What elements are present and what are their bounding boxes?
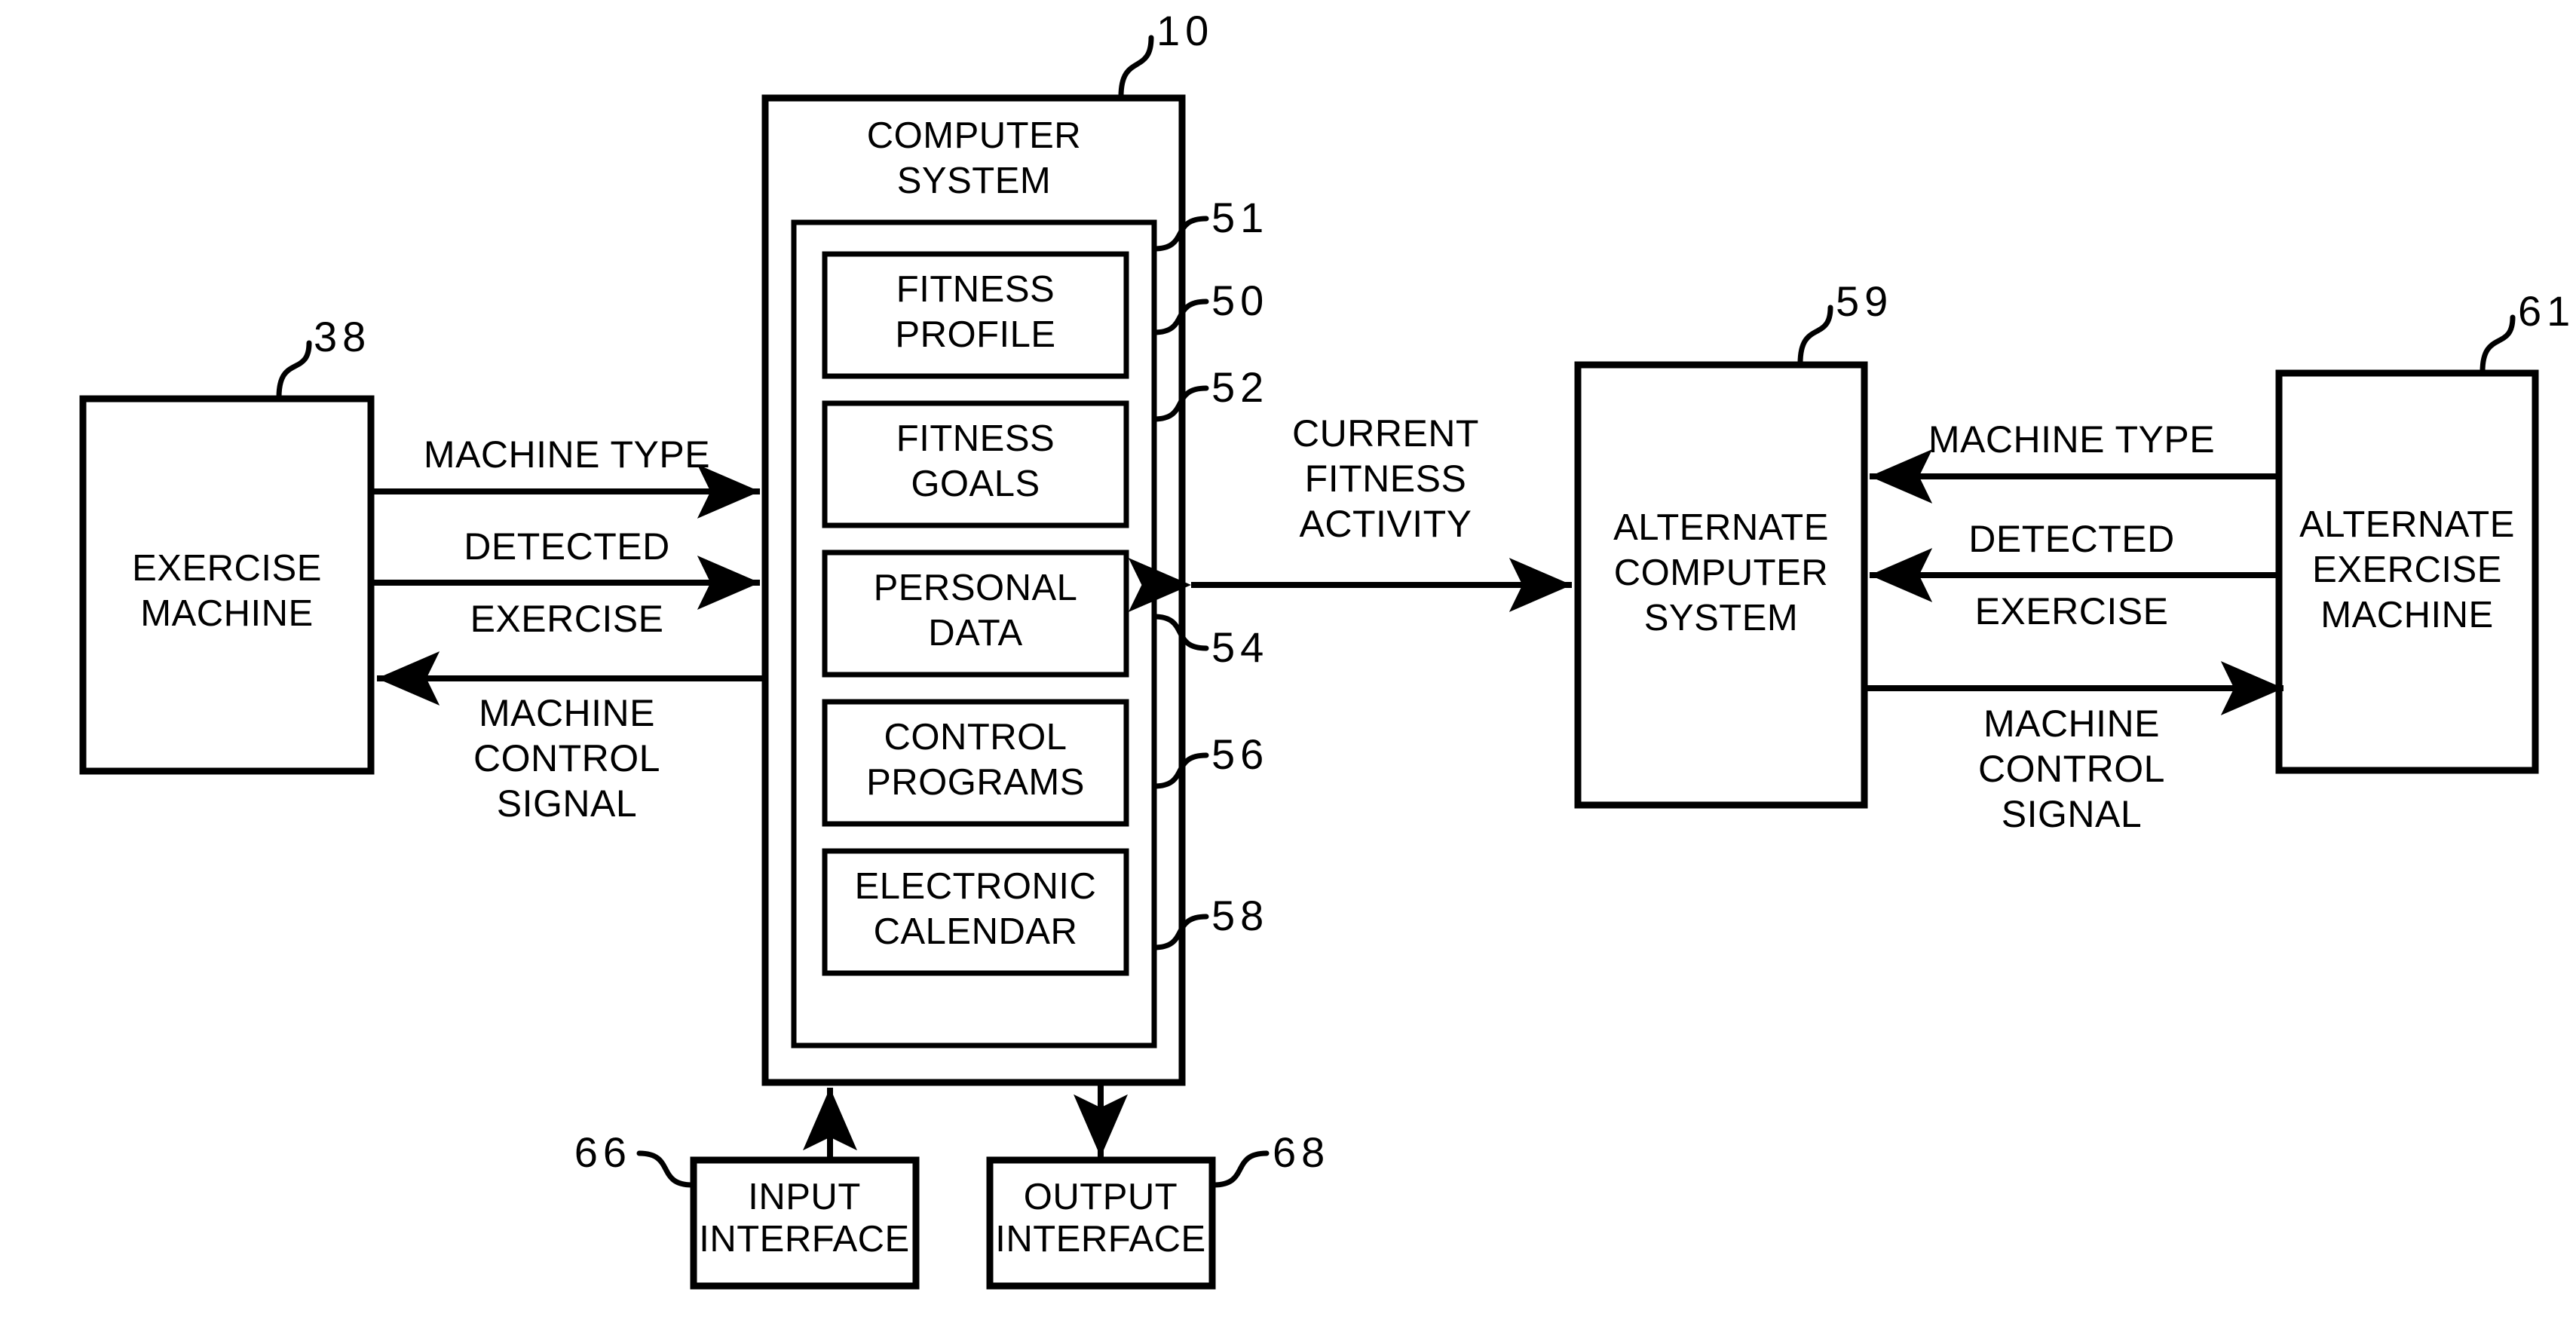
output-interface-label-line1: OUTPUT [1024, 1177, 1178, 1217]
ref-number-51: 51 [1211, 194, 1269, 241]
flow-label-current-fitness-line2: FITNESS [1305, 458, 1467, 500]
lead-line-59 [1797, 305, 1833, 366]
exercise-machine-label-line2: MACHINE [140, 593, 313, 634]
input-interface-label-line2: INTERFACE [699, 1219, 909, 1260]
module-label-fitness-profile-line1: FITNESS [896, 269, 1055, 310]
computer-system-title-line2: SYSTEM [897, 161, 1051, 201]
module-label-personal-data-line1: PERSONAL [874, 568, 1078, 608]
module-label-electronic-calendar-line2: CALENDAR [874, 911, 1078, 952]
alternate-computer-system-label-line2: COMPUTER [1614, 553, 1828, 593]
flow-label-machine-type-right: MACHINE TYPE [1928, 418, 2215, 461]
lead-line-68 [1211, 1150, 1270, 1188]
ref-number-54: 54 [1211, 623, 1269, 671]
alternate-computer-system-label-line3: SYSTEM [1644, 598, 1798, 638]
flow-label-machine-type-left: MACHINE TYPE [424, 433, 710, 476]
alternate-exercise-machine-label-line1: ALTERNATE [2299, 504, 2515, 545]
alternate-exercise-machine-label-line3: MACHINE [2320, 595, 2493, 635]
patent-figure: EXERCISE MACHINE 38 COMPUTER SYSTEM 10 5… [0, 0, 2576, 1344]
lead-line-61 [2480, 314, 2516, 375]
ref-number-68: 68 [1273, 1128, 1330, 1176]
ref-number-50: 50 [1211, 277, 1269, 324]
module-label-control-programs-line1: CONTROL [884, 717, 1067, 758]
ref-number-59: 59 [1836, 277, 1893, 325]
module-label-control-programs-line2: PROGRAMS [866, 762, 1085, 803]
lead-line-10 [1118, 35, 1154, 99]
exercise-machine-label-line1: EXERCISE [132, 548, 322, 589]
output-interface-label-line2: INTERFACE [995, 1219, 1205, 1260]
ref-number-66: 66 [574, 1128, 632, 1176]
flow-label-control-right-line2: CONTROL [1978, 748, 2165, 790]
flow-label-detected-right-line2: EXERCISE [1975, 590, 2169, 632]
flow-label-control-right-line1: MACHINE [1983, 703, 2160, 745]
ref-number-56: 56 [1211, 730, 1269, 778]
flow-label-detected-right-line1: DETECTED [1968, 518, 2174, 560]
module-label-electronic-calendar-line1: ELECTRONIC [855, 866, 1097, 907]
alternate-exercise-machine-label-line2: EXERCISE [2312, 550, 2502, 590]
ref-number-61: 61 [2518, 287, 2575, 335]
flow-label-control-right-line3: SIGNAL [2002, 793, 2142, 835]
flow-label-detected-left-line1: DETECTED [464, 525, 669, 568]
ref-number-52: 52 [1211, 363, 1269, 411]
flow-label-control-left-line2: CONTROL [473, 737, 660, 779]
ref-number-38: 38 [314, 313, 371, 360]
flow-label-control-left-line3: SIGNAL [497, 782, 637, 825]
lead-line-38 [276, 340, 312, 400]
ref-number-10: 10 [1156, 7, 1214, 54]
module-label-fitness-goals-line1: FITNESS [896, 418, 1055, 459]
diagram-canvas: EXERCISE MACHINE 38 COMPUTER SYSTEM 10 5… [79, 7, 2575, 1290]
computer-system-title-line1: COMPUTER [867, 115, 1081, 156]
flow-label-current-fitness-line1: CURRENT [1292, 412, 1479, 455]
flow-label-current-fitness-line3: ACTIVITY [1299, 503, 1472, 545]
module-label-fitness-profile-line2: PROFILE [895, 314, 1055, 355]
input-interface-label-line1: INPUT [748, 1177, 861, 1217]
flow-label-control-left-line1: MACHINE [479, 692, 655, 734]
flow-label-detected-left-line2: EXERCISE [470, 598, 664, 640]
module-label-personal-data-line2: DATA [928, 613, 1022, 654]
ref-number-58: 58 [1211, 892, 1269, 939]
module-label-fitness-goals-line2: GOALS [911, 464, 1040, 504]
lead-line-66 [636, 1150, 695, 1188]
alternate-computer-system-label-line1: ALTERNATE [1613, 507, 1829, 548]
